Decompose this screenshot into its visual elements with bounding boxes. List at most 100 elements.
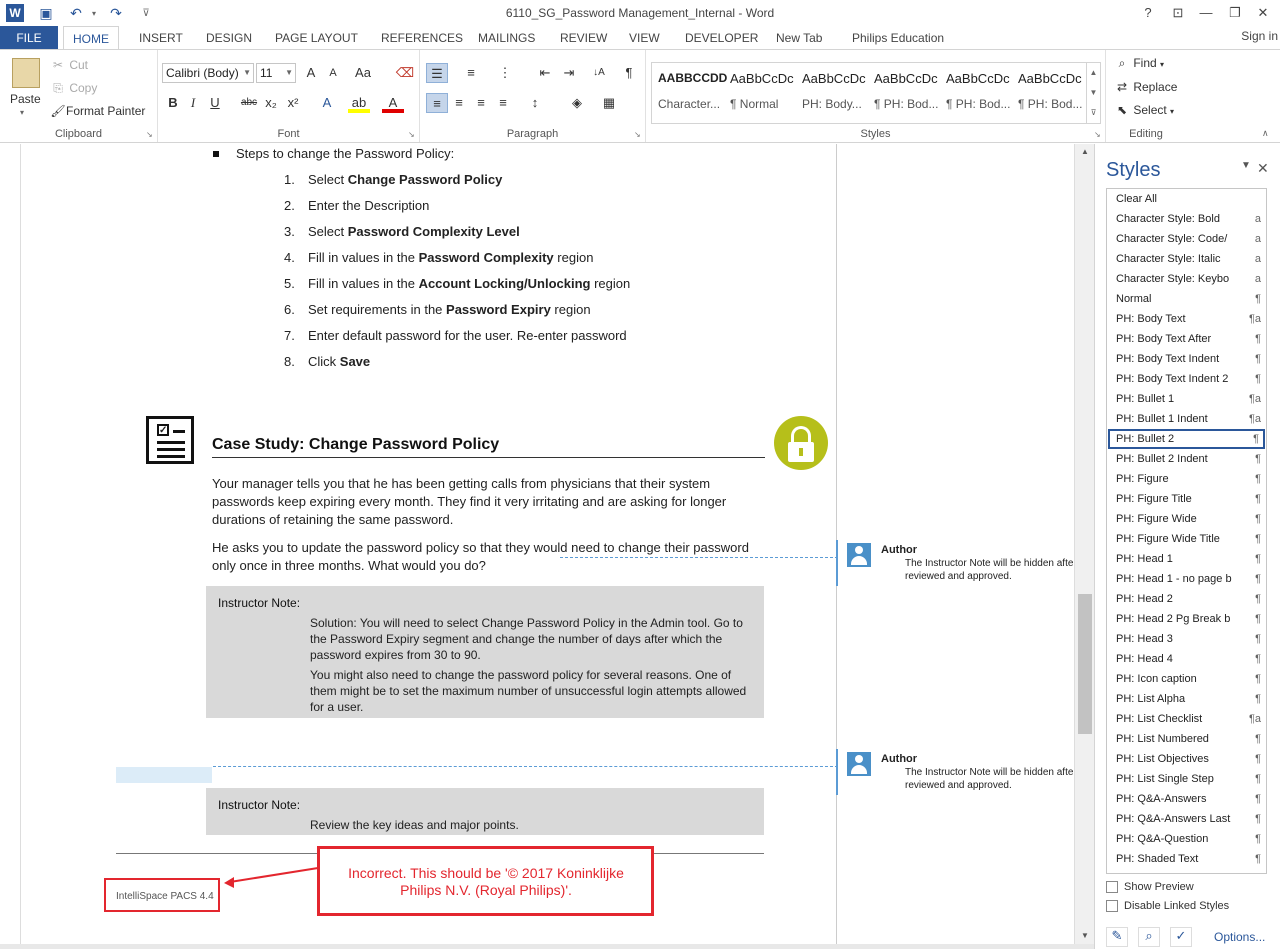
new-style-icon[interactable]: ✎	[1106, 927, 1128, 947]
tab-new-tab[interactable]: New Tab	[767, 26, 831, 50]
style-list-item[interactable]: PH: Figure Wide ¶	[1108, 509, 1265, 529]
align-left-icon[interactable]: ≡	[426, 93, 448, 113]
style-list-item[interactable]: PH: Head 3 ¶	[1108, 629, 1265, 649]
style-tile[interactable]: AaBbCcDc ¶ PH: Bod...	[940, 63, 1012, 123]
style-tile[interactable]: AaBbCcDc ¶ PH: Bod...	[1012, 63, 1084, 123]
comment-text[interactable]: The Instructor Note will be hidden after	[905, 557, 1073, 570]
clear-formatting-icon[interactable]: ⌫	[394, 63, 416, 83]
shrink-font-button[interactable]: A	[322, 63, 344, 83]
pane-options-icon[interactable]: ▼	[1241, 160, 1251, 171]
align-right-icon[interactable]: ≡	[470, 93, 492, 113]
italic-button[interactable]: I	[182, 93, 204, 113]
collapse-ribbon-icon[interactable]: ∧	[1262, 128, 1269, 139]
show-preview-checkbox[interactable]	[1106, 881, 1118, 893]
paste-icon[interactable]	[12, 58, 40, 88]
style-list-item[interactable]: PH: List Single Step ¶	[1108, 769, 1265, 789]
scroll-down-icon[interactable]: ▼	[1075, 928, 1095, 944]
font-family-select[interactable]: Calibri (Body) ▼	[162, 63, 254, 83]
style-list-item[interactable]: PH: Bullet 1 Indent ¶a	[1108, 409, 1265, 429]
more-styles-icon[interactable]: ⊽	[1087, 103, 1100, 123]
style-list-item[interactable]: Character Style: Keybo a	[1108, 269, 1265, 289]
style-inspector-icon[interactable]: ⌕	[1138, 927, 1160, 947]
style-tile[interactable]: AABBCCDD Character...	[652, 63, 727, 123]
tab-developer[interactable]: DEVELOPER	[676, 26, 767, 50]
line-spacing-icon[interactable]: ↕	[524, 93, 546, 113]
strikethrough-button[interactable]: abc	[238, 93, 260, 113]
styles-launcher-icon[interactable]: ↘	[1094, 130, 1101, 139]
help-button[interactable]: ?	[1135, 3, 1161, 23]
style-tile[interactable]: AaBbCcDc ¶ Normal	[724, 63, 796, 123]
format-painter-button[interactable]: 🖌Format Painter	[50, 104, 145, 118]
bullets-icon[interactable]: ☰	[426, 63, 448, 83]
numbering-icon[interactable]: ≡	[460, 63, 482, 83]
style-list-item[interactable]: Character Style: Bold a	[1108, 209, 1265, 229]
style-tile[interactable]: AaBbCcDc PH: Body...	[796, 63, 868, 123]
borders-icon[interactable]: ▦	[598, 93, 620, 113]
paste-dropdown-icon[interactable]: ▾	[20, 108, 24, 117]
decrease-indent-icon[interactable]: ⇤	[534, 63, 556, 83]
ribbon-display-options-button[interactable]: ⊡	[1165, 3, 1191, 23]
style-tile[interactable]: AaBbCcDc ¶ PH: Bod...	[868, 63, 940, 123]
bold-button[interactable]: B	[162, 93, 184, 113]
gallery-scroll[interactable]: ▲ ▼ ⊽	[1086, 63, 1100, 123]
grow-font-button[interactable]: A	[300, 63, 322, 83]
style-list-item[interactable]: PH: Head 4 ¶	[1108, 649, 1265, 669]
select-button[interactable]: ⬉ Select ▾	[1114, 103, 1174, 117]
align-center-icon[interactable]: ≡	[448, 93, 470, 113]
style-list-item[interactable]: PH: List Checklist ¶a	[1108, 709, 1265, 729]
style-list-item[interactable]: PH: Bullet 2 Indent ¶	[1108, 449, 1265, 469]
scroll-up-icon[interactable]: ▲	[1075, 144, 1095, 160]
style-list-item[interactable]: PH: Figure ¶	[1108, 469, 1265, 489]
style-list-item[interactable]: PH: Body Text ¶a	[1108, 309, 1265, 329]
comment-text[interactable]: reviewed and approved.	[905, 570, 1073, 583]
scroll-thumb[interactable]	[1078, 594, 1092, 734]
style-list[interactable]: Clear All Character Style: Bold a Character…	[1106, 188, 1267, 874]
style-list-item[interactable]: Character Style: Italic a	[1108, 249, 1265, 269]
close-button[interactable]: ✕	[1250, 3, 1276, 23]
paragraph-launcher-icon[interactable]: ↘	[634, 130, 641, 139]
style-list-item[interactable]: PH: Head 2 Pg Break b ¶	[1108, 609, 1265, 629]
tab-mailings[interactable]: MAILINGS	[469, 26, 544, 50]
style-list-item[interactable]: PH: Head 1 - no page b ¶	[1108, 569, 1265, 589]
chevron-up-icon[interactable]: ▲	[1087, 63, 1100, 83]
tab-insert[interactable]: INSERT	[130, 26, 192, 50]
style-list-item[interactable]: Clear All	[1108, 189, 1265, 209]
style-list-item[interactable]: PH: Figure Title ¶	[1108, 489, 1265, 509]
font-size-select[interactable]: 11 ▼	[256, 63, 296, 83]
font-color-button[interactable]: A	[382, 93, 404, 113]
multilevel-list-icon[interactable]: ⋮	[494, 63, 516, 83]
cut-button[interactable]: ✂ Cut	[50, 58, 88, 72]
style-list-item[interactable]: PH: Body Text After ¶	[1108, 329, 1265, 349]
style-list-item[interactable]: Character Style: Code/a	[1108, 229, 1265, 249]
style-list-item[interactable]: PH: List Alpha ¶	[1108, 689, 1265, 709]
style-list-item[interactable]: PH: Q&A-Answers ¶	[1108, 789, 1265, 809]
replace-button[interactable]: ⇄ Replace	[1114, 80, 1177, 94]
style-list-item[interactable]: PH: Head 2 ¶	[1108, 589, 1265, 609]
change-case-button[interactable]: Aa	[352, 63, 374, 83]
font-launcher-icon[interactable]: ↘	[408, 130, 415, 139]
options-link[interactable]: Options...	[1214, 930, 1265, 944]
paste-button[interactable]: Paste	[10, 92, 41, 106]
show-formatting-button[interactable]: ¶	[618, 63, 640, 83]
manage-styles-icon[interactable]: ✓	[1170, 927, 1192, 947]
tab-page-layout[interactable]: PAGE LAYOUT	[266, 26, 367, 50]
style-list-item[interactable]: PH: Head 1 ¶	[1108, 549, 1265, 569]
clipboard-launcher-icon[interactable]: ↘	[146, 130, 153, 139]
justify-icon[interactable]: ≡	[492, 93, 514, 113]
style-list-item[interactable]: PH: Body Text Indent 2 ¶	[1108, 369, 1265, 389]
tab-review[interactable]: REVIEW	[551, 26, 616, 50]
tab-home[interactable]: HOME	[63, 26, 119, 50]
style-list-item[interactable]: PH: List Numbered ¶	[1108, 729, 1265, 749]
superscript-button[interactable]: x²	[282, 93, 304, 113]
style-list-item[interactable]: PH: Icon caption ¶	[1108, 669, 1265, 689]
text-effects-button[interactable]: A	[316, 93, 338, 113]
vertical-scrollbar[interactable]: ▲ ▼	[1074, 144, 1094, 944]
style-list-item[interactable]: Normal ¶	[1108, 289, 1265, 309]
style-list-item[interactable]: PH: Q&A-Question ¶	[1108, 829, 1265, 849]
sort-button[interactable]: ↓A	[588, 63, 610, 83]
tab-design[interactable]: DESIGN	[197, 26, 261, 50]
chevron-down-icon[interactable]: ▼	[1087, 83, 1100, 103]
sign-in-link[interactable]: Sign in	[1241, 26, 1278, 46]
highlight-button[interactable]: ab	[348, 93, 370, 113]
document-area[interactable]: Steps to change the Password Policy: 1. S…	[0, 144, 1094, 944]
